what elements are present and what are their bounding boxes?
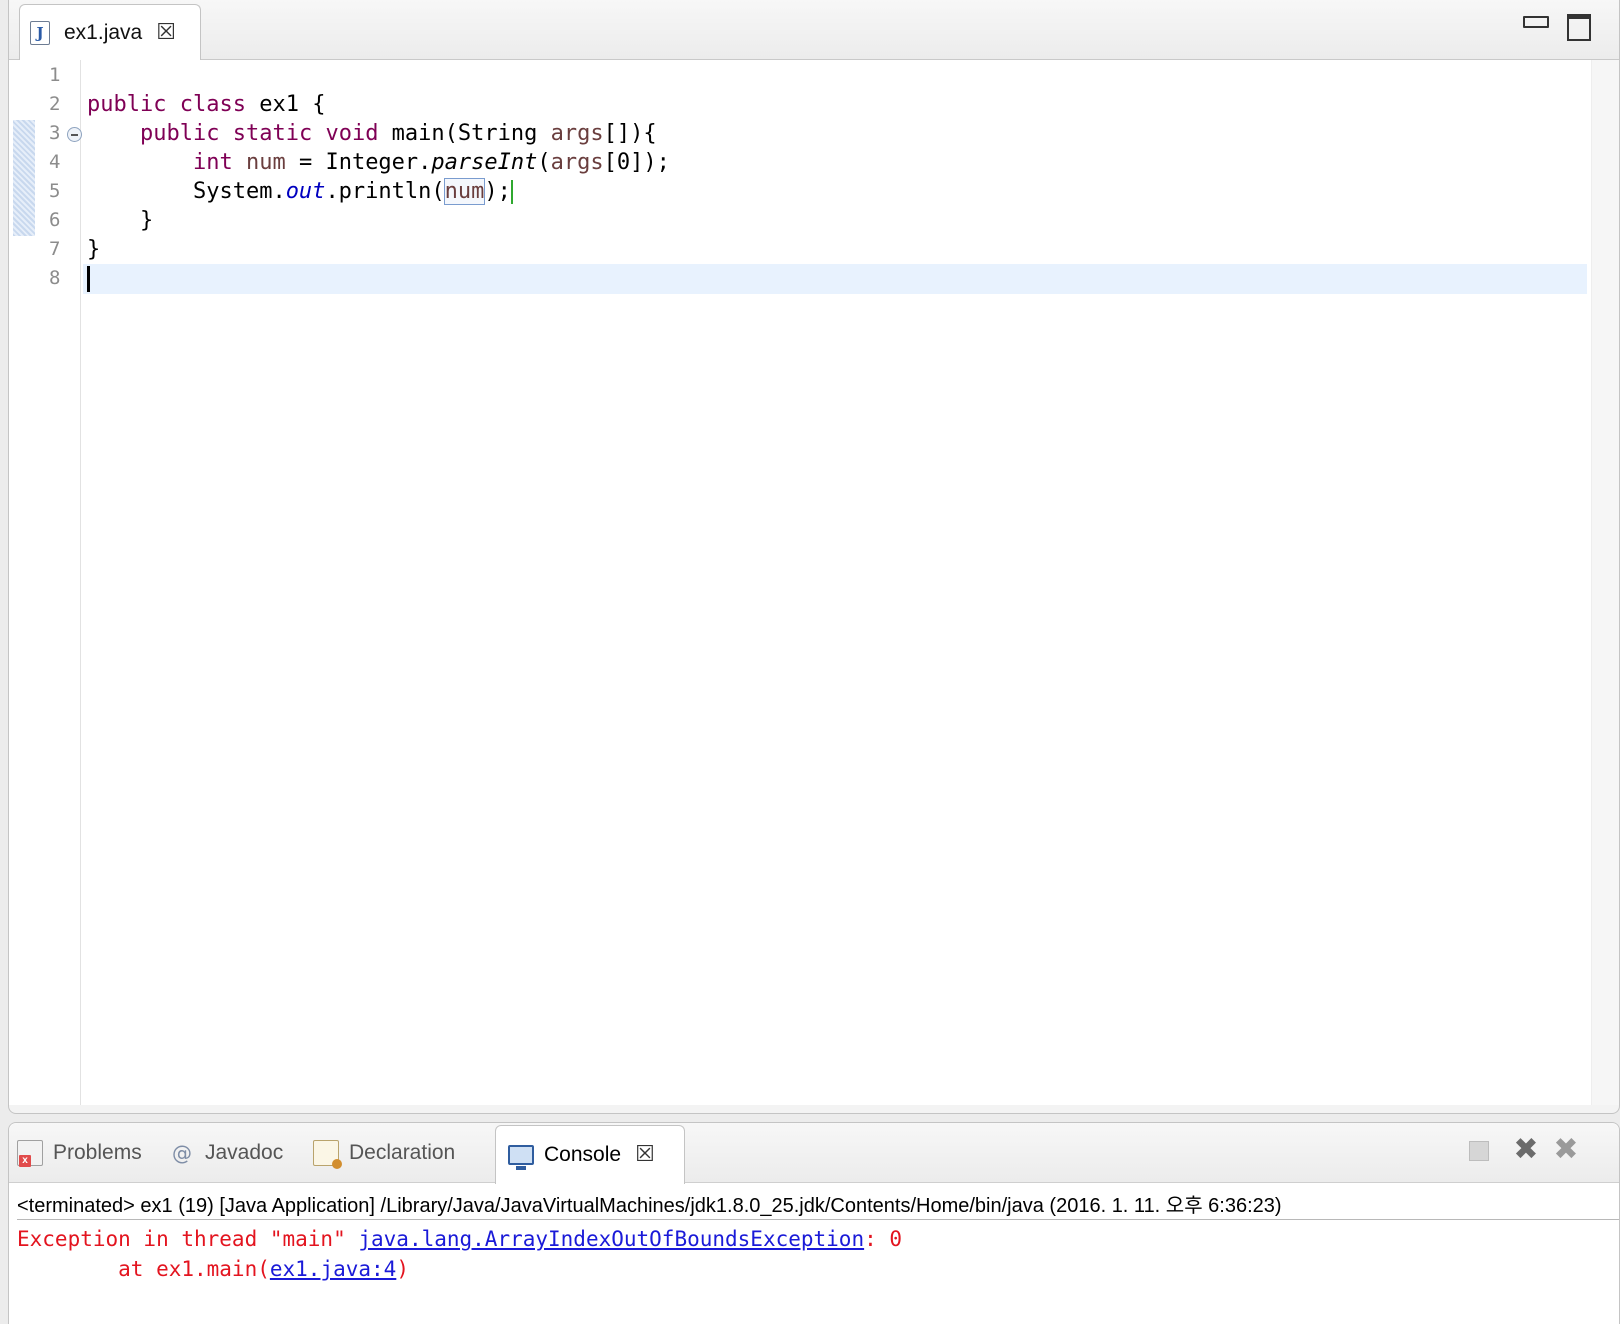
tab-declaration[interactable]: Declaration (313, 1123, 455, 1183)
line-number: 4 (49, 151, 61, 173)
console-text: ) (396, 1257, 409, 1281)
code-line-2: public class ex1 { (87, 90, 325, 119)
code-text: = Integer. (285, 150, 432, 175)
tab-label: Console (544, 1143, 622, 1166)
line-number: 7 (49, 238, 61, 260)
code-text: []){ (603, 121, 657, 146)
line-number: 3 (49, 122, 61, 144)
code-text: main(String (378, 121, 551, 146)
keyword: class (179, 92, 246, 117)
editor-part: J ex1.java ☒ 1 2 3 4 5 6 7 8 public clas… (8, 0, 1620, 1114)
code-text: .println( (325, 179, 445, 204)
code-line-4: int num = Integer.parseInt(args[0]); (87, 148, 670, 177)
code-text: ); (484, 179, 511, 204)
tab-javadoc[interactable]: @ Javadoc (169, 1123, 283, 1183)
console-text: at ex1.main( (17, 1257, 270, 1281)
current-line-highlight (83, 264, 1587, 294)
javadoc-icon: @ (172, 1141, 192, 1165)
code-line-7: } (87, 235, 100, 264)
editor-tab-label: ex1.java (64, 21, 143, 44)
console-icon (508, 1145, 534, 1170)
keyword: public (87, 92, 167, 117)
text-caret (87, 266, 90, 292)
code-text: ex1 { (245, 92, 326, 117)
terminate-icon[interactable] (1465, 1137, 1491, 1163)
problems-icon (17, 1140, 43, 1167)
console-text: Exception in thread "main" (17, 1227, 359, 1251)
code-line-3: public static void main(String args[]){ (87, 119, 657, 148)
code-text: [0]); (603, 150, 670, 175)
code-text: } (87, 237, 101, 262)
tab-problems[interactable]: Problems (17, 1123, 142, 1183)
line-number: 8 (49, 267, 61, 289)
tab-console[interactable]: Console ☒ (495, 1125, 685, 1184)
line-number: 1 (49, 64, 61, 86)
console-process-label: <terminated> ex1 (19) [Java Application]… (17, 1195, 1282, 1217)
close-tab-icon[interactable]: ☒ (156, 22, 176, 44)
tab-label: Declaration (349, 1141, 456, 1164)
code-line-6: } (87, 206, 153, 235)
static-method: parseInt (431, 150, 538, 175)
local-variable: num (245, 150, 286, 175)
keyword: static (232, 121, 313, 146)
static-field: out (285, 179, 326, 204)
minimize-icon[interactable] (1521, 10, 1549, 36)
vertical-scrollbar[interactable] (1591, 60, 1619, 1105)
fold-collapse-icon[interactable] (67, 127, 82, 142)
keyword: public (139, 121, 220, 146)
console-output-line: at ex1.main(ex1.java:4) (17, 1257, 409, 1281)
views-tab-bar: Problems @ Javadoc Declaration Console ☒… (9, 1123, 1619, 1184)
line-number: 5 (49, 180, 61, 202)
console-text: : 0 (864, 1227, 903, 1251)
code-editor[interactable]: 1 2 3 4 5 6 7 8 public class ex1 { publi… (9, 60, 1619, 1105)
change-ruler-marker (13, 120, 35, 236)
keyword: int (192, 150, 233, 175)
code-text: ( (537, 150, 551, 175)
tab-label: Javadoc (205, 1141, 284, 1164)
code-text: } (139, 208, 154, 233)
code-text: System. (192, 179, 286, 204)
occurrence-highlight: num (443, 178, 486, 205)
remove-all-terminated-icon[interactable]: ✖ (1553, 1135, 1579, 1165)
line-number: 2 (49, 93, 61, 115)
console-output-line: Exception in thread "main" java.lang.Arr… (17, 1227, 902, 1251)
source-location-link[interactable]: ex1.java:4 (270, 1257, 396, 1281)
views-part: Problems @ Javadoc Declaration Console ☒… (8, 1122, 1620, 1324)
java-file-icon: J (30, 21, 50, 45)
maximize-icon[interactable] (1565, 10, 1591, 41)
declaration-icon (313, 1140, 342, 1169)
line-number-ruler: 1 2 3 4 5 6 7 8 (35, 60, 82, 1105)
keyword: void (325, 121, 379, 146)
tab-label: Problems (53, 1141, 142, 1164)
console-divider (17, 1219, 1619, 1220)
linked-mode-caret (510, 180, 513, 204)
parameter: args (550, 121, 604, 146)
line-number: 6 (49, 209, 61, 231)
exception-link[interactable]: java.lang.ArrayIndexOutOfBoundsException (358, 1227, 864, 1251)
editor-tab-bar: J ex1.java ☒ (9, 0, 1619, 61)
parameter: args (550, 150, 604, 175)
editor-tab-ex1-java[interactable]: J ex1.java ☒ (19, 4, 201, 61)
close-console-icon[interactable]: ☒ (635, 1144, 655, 1166)
code-line-5: System.out.println(num); (87, 177, 513, 206)
remove-launch-icon[interactable]: ✖ (1513, 1135, 1539, 1165)
